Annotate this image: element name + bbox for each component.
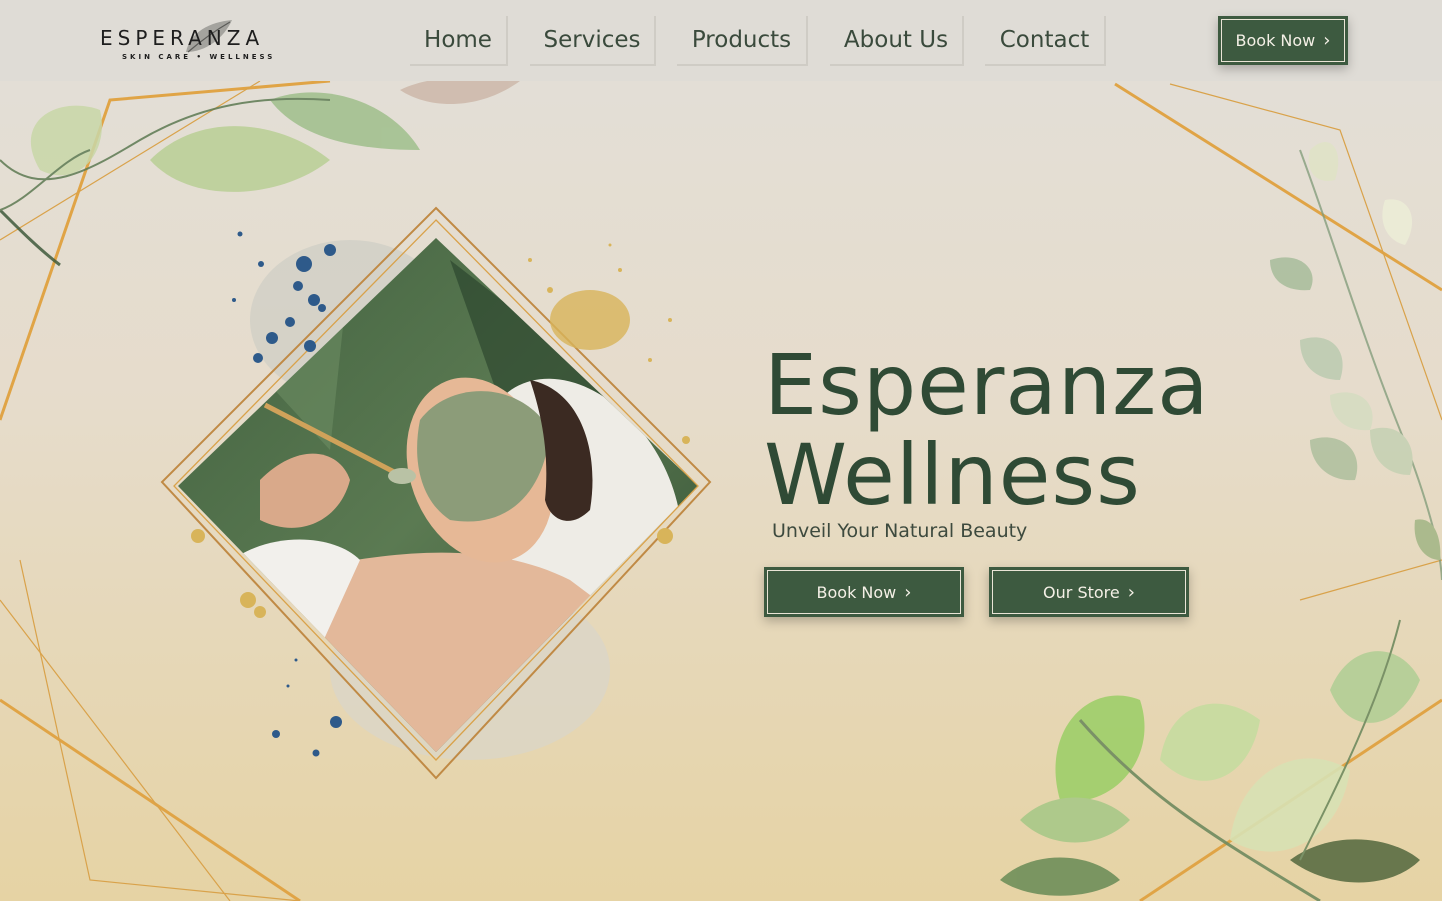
header-book-now-label: Book Now bbox=[1235, 31, 1316, 50]
chevron-right-icon: › bbox=[904, 581, 912, 603]
brand-name: ESPERANZA bbox=[100, 26, 265, 50]
nav-home[interactable]: Home bbox=[410, 16, 508, 66]
nav-products[interactable]: Products bbox=[677, 16, 808, 66]
hero-title-line1: Esperanza bbox=[764, 336, 1210, 434]
hero-book-now-button[interactable]: Book Now › bbox=[764, 567, 964, 617]
brand-logo[interactable]: ESPERANZA SKIN CARE • WELLNESS bbox=[100, 18, 300, 66]
chevron-right-icon: › bbox=[1127, 581, 1135, 603]
our-store-button[interactable]: Our Store › bbox=[989, 567, 1189, 617]
hero-title-line2: Wellness bbox=[764, 426, 1141, 524]
site-header: ESPERANZA SKIN CARE • WELLNESS Home Serv… bbox=[0, 0, 1442, 81]
hero-title: Esperanza Wellness bbox=[764, 340, 1210, 520]
nav-contact[interactable]: Contact bbox=[985, 16, 1106, 66]
brand-tagline: SKIN CARE • WELLNESS bbox=[122, 53, 276, 61]
hero-image bbox=[160, 206, 712, 780]
chevron-right-icon: › bbox=[1323, 30, 1331, 51]
nav-about-us[interactable]: About Us bbox=[830, 16, 964, 66]
hero-subtitle: Unveil Your Natural Beauty bbox=[772, 520, 1028, 542]
header-book-now-button[interactable]: Book Now › bbox=[1218, 16, 1348, 65]
our-store-label: Our Store bbox=[1043, 582, 1120, 602]
nav-services[interactable]: Services bbox=[530, 16, 656, 66]
hero-book-now-label: Book Now bbox=[816, 582, 897, 602]
